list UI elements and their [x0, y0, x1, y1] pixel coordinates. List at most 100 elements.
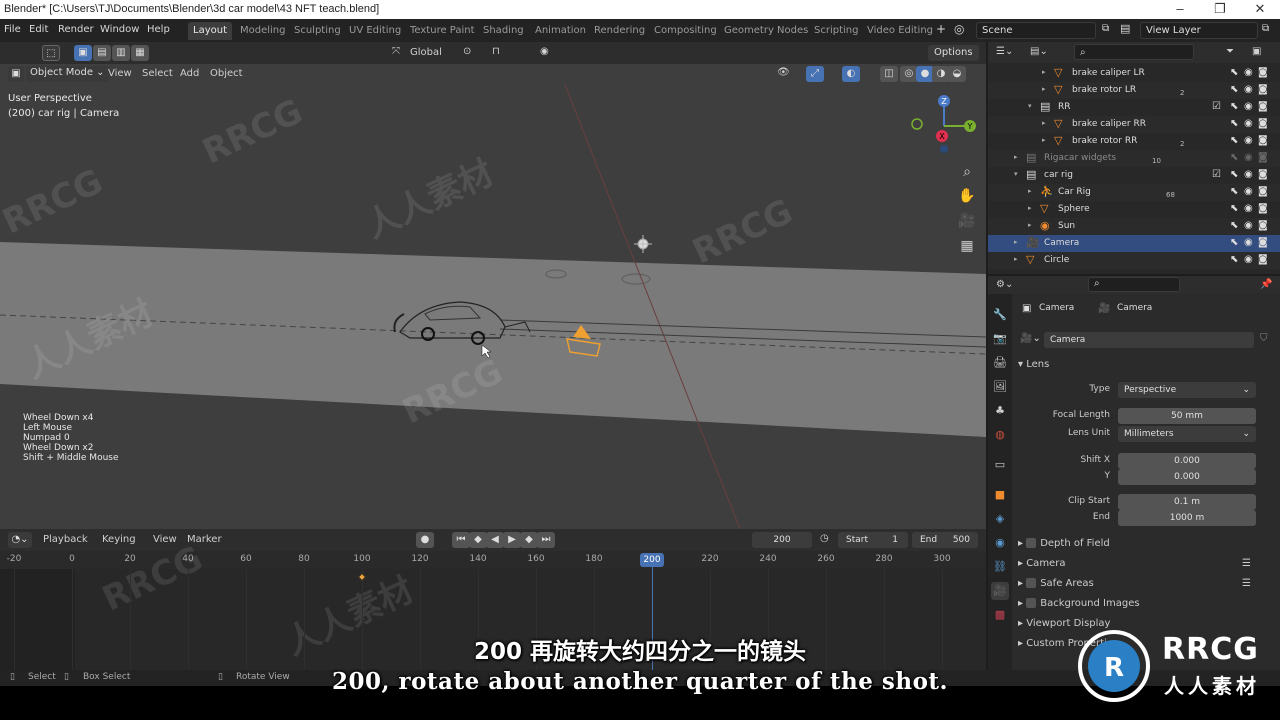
shift-y-field[interactable]: 0.000	[1118, 469, 1256, 485]
camera-render-icon[interactable]: ◙	[1258, 169, 1268, 180]
camera-render-icon[interactable]: ◙	[1258, 152, 1268, 163]
outliner[interactable]: ☰⌄ ▤⌄ ⌕ ⏷ ▣ ▸ ▽ brake caliper LR ⬉ ◉ ◙ ▸ ▽ brake…	[988, 42, 1280, 274]
timeline-ruler[interactable]: -20 0 20 40 60 80 100 120 140 160 180 200 220 240 260 2…	[0, 551, 986, 569]
tab-geometry-nodes[interactable]: Geometry Nodes	[719, 22, 813, 40]
eye-icon[interactable]: ◉	[1244, 135, 1253, 146]
outliner-row[interactable]: ▸ ⛹ Car Rig 68 ⬉ ◉ ◙	[988, 184, 1280, 201]
camera-render-icon[interactable]: ◙	[1258, 101, 1268, 112]
display-mode-icon[interactable]: ▤⌄	[1030, 46, 1048, 57]
eye-icon[interactable]: ◉	[1244, 203, 1253, 214]
maximize-button[interactable]: ❐	[1200, 1, 1240, 17]
depth-of-field-panel[interactable]: ▸ Depth of Field	[1018, 538, 1110, 549]
output-tab-icon[interactable]: 🖨	[991, 354, 1009, 372]
zoom-icon[interactable]: ⌕	[956, 161, 978, 183]
scene-new-icon[interactable]: ⧉	[1102, 23, 1109, 34]
depth-of-field-checkbox[interactable]	[1026, 538, 1037, 548]
eye-icon[interactable]: ◉	[1244, 237, 1253, 248]
gizmo-neg-y-handle[interactable]	[911, 118, 923, 130]
camera-view-icon[interactable]: 🎥	[956, 210, 978, 232]
play-icon[interactable]: ▶	[503, 532, 521, 548]
new-collection-icon[interactable]: ▣	[1252, 46, 1261, 57]
tab-texture-paint[interactable]: Texture Paint	[405, 22, 480, 40]
gizmo-neg-z-handle[interactable]	[940, 145, 948, 153]
eye-icon[interactable]: ◉	[1244, 186, 1253, 197]
expand-arrow-icon[interactable]: ▸	[1042, 85, 1046, 93]
eye-icon[interactable]: ◉	[1244, 220, 1253, 231]
proportional-edit-icon[interactable]: ◉	[540, 46, 549, 57]
expand-arrow-icon[interactable]: ▸	[1028, 204, 1032, 212]
visibility-icon[interactable]: 👁	[777, 67, 790, 78]
cursor-select-icon[interactable]: ⬉	[1230, 118, 1238, 129]
outliner-row[interactable]: ▸ ▽ Circle ⬉ ◉ ◙	[988, 252, 1280, 269]
transform-orientation-dropdown[interactable]: Global	[410, 47, 442, 58]
viewport-menu-view[interactable]: View	[108, 68, 132, 79]
tab-sculpting[interactable]: Sculpting	[289, 22, 346, 40]
minimize-button[interactable]: –	[1160, 1, 1200, 16]
camera-render-icon[interactable]: ◙	[1258, 67, 1268, 78]
physics-tab-icon[interactable]: ◉	[991, 534, 1009, 552]
gizmo-toggle-icon[interactable]: ⤢	[806, 66, 824, 82]
cursor-select-icon[interactable]: ⬉	[1230, 67, 1238, 78]
camera-render-icon[interactable]: ◙	[1258, 237, 1268, 248]
collection-tab-icon[interactable]: ▭	[991, 456, 1009, 474]
preview-range-icon[interactable]: ◷	[820, 533, 829, 544]
camera-datablock-field[interactable]: Camera	[1044, 332, 1254, 348]
datablock-icon[interactable]: 🎥⌄	[1020, 333, 1041, 344]
safe-areas-panel[interactable]: ▸ Safe Areas	[1018, 578, 1094, 589]
close-button[interactable]: ✕	[1240, 1, 1280, 17]
fake-user-icon[interactable]: ⛉	[1260, 333, 1268, 344]
background-images-checkbox[interactable]	[1026, 598, 1037, 608]
tab-compositing[interactable]: Compositing	[649, 22, 722, 40]
outliner-search-input[interactable]: ⌕	[1074, 44, 1194, 60]
timeline-editor-type-icon[interactable]: ◔⌄	[8, 532, 32, 548]
tab-shading[interactable]: Shading	[478, 22, 529, 40]
tab-modeling[interactable]: Modeling	[235, 22, 291, 40]
mode-dropdown[interactable]: Object Mode ⌄	[26, 66, 109, 82]
outliner-row[interactable]: ▾ ▤ RR ☑ ⬉ ◉ ◙	[988, 99, 1280, 116]
pan-hand-icon[interactable]: ✋	[956, 185, 978, 207]
menu-help[interactable]: Help	[147, 24, 170, 35]
clip-start-field[interactable]: 0.1 m	[1118, 494, 1256, 510]
outliner-row[interactable]: ▸ ▽ Sphere ⬉ ◉ ◙	[988, 201, 1280, 218]
jump-start-icon[interactable]: ⏮	[452, 532, 470, 548]
expand-arrow-icon[interactable]: ▸	[1028, 187, 1032, 195]
outliner-row[interactable]: ▸ ◉ Sun ⬉ ◉ ◙	[988, 218, 1280, 235]
outliner-row[interactable]: ▸ ▽ brake rotor RR 2 ⬉ ◉ ◙	[988, 133, 1280, 150]
exclude-checkbox-icon[interactable]: ☑	[1212, 101, 1221, 112]
outliner-row[interactable]: ▸ ▽ brake rotor LR 2 ⬉ ◉ ◙	[988, 82, 1280, 99]
expand-arrow-icon[interactable]: ▸	[1014, 153, 1018, 161]
cursor-select-icon[interactable]: ⬉	[1230, 254, 1238, 265]
camera-render-icon[interactable]: ◙	[1258, 220, 1268, 231]
sun-light[interactable]	[634, 235, 652, 253]
scene-selector[interactable]: Scene	[976, 22, 1096, 39]
expand-arrow-icon[interactable]: ▾	[1028, 102, 1032, 110]
cursor-select-icon[interactable]: ⬉	[1230, 152, 1238, 163]
timeline-playhead[interactable]: 200	[640, 553, 664, 567]
camera-render-icon[interactable]: ◙	[1258, 203, 1268, 214]
constraints-tab-icon[interactable]: ⛓	[991, 558, 1009, 576]
tab-rendering[interactable]: Rendering	[589, 22, 650, 40]
play-reverse-icon[interactable]: ◀	[486, 532, 504, 548]
select-mode-intersect-icon[interactable]: ▦	[131, 45, 149, 61]
eye-icon[interactable]: ◉	[1244, 169, 1253, 180]
timeline-menu-keying[interactable]: Keying	[102, 534, 136, 545]
scene-tab-icon[interactable]: ♣	[991, 402, 1009, 420]
select-mode-new-icon[interactable]: ▣	[74, 45, 92, 61]
cursor-select-icon[interactable]: ⬉	[1230, 203, 1238, 214]
jump-end-icon[interactable]: ⏭	[537, 532, 555, 548]
end-frame-field[interactable]: End 500	[912, 532, 978, 548]
shading-rendered-icon[interactable]: ◒	[948, 66, 966, 82]
timeline-menu-marker[interactable]: Marker	[187, 534, 222, 545]
record-icon[interactable]: ●	[416, 532, 434, 548]
cursor-select-icon[interactable]: ⬉	[1230, 237, 1238, 248]
camera-panel[interactable]: ▸ Camera	[1018, 558, 1065, 569]
eye-icon[interactable]: ◉	[1244, 118, 1253, 129]
tab-animation[interactable]: Animation	[530, 22, 591, 40]
viewport-menu-select[interactable]: Select	[142, 68, 173, 79]
cursor-select-icon[interactable]: ⬉	[1230, 135, 1238, 146]
prev-keyframe-icon[interactable]: ◆	[469, 532, 487, 548]
snap-icon[interactable]: ⊓	[492, 46, 500, 57]
tab-uv-editing[interactable]: UV Editing	[344, 22, 406, 40]
outliner-editor-type-icon[interactable]: ☰⌄	[996, 46, 1013, 57]
tab-video-editing[interactable]: Video Editing	[862, 22, 938, 40]
